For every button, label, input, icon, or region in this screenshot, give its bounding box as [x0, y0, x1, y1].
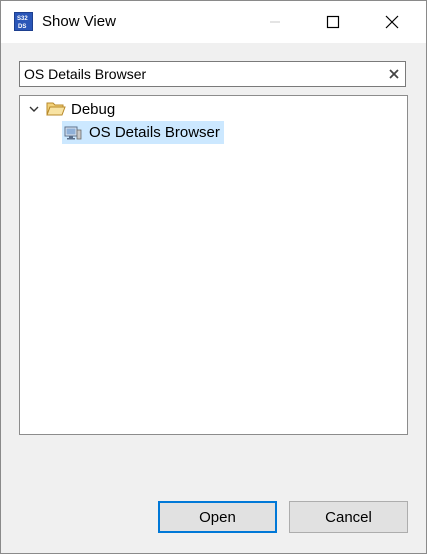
close-icon: [385, 15, 399, 29]
svg-text:S32: S32: [17, 16, 28, 22]
folder-open-icon: [46, 102, 66, 116]
svg-text:DS: DS: [18, 24, 26, 30]
maximize-button[interactable]: [304, 1, 362, 43]
view-tree[interactable]: Debug OS Details Browser: [19, 95, 408, 435]
filter-input[interactable]: [24, 65, 374, 83]
open-button[interactable]: Open: [158, 501, 277, 533]
maximize-icon: [326, 15, 340, 29]
view-icon: [64, 126, 82, 139]
title-bar[interactable]: S32 DS Show View: [1, 1, 426, 43]
filter-field: [19, 61, 406, 87]
window-title: Show View: [42, 13, 116, 30]
tree-node-label: Debug: [71, 100, 116, 118]
minimize-button[interactable]: [246, 1, 304, 43]
tree-node-debug[interactable]: Debug: [28, 98, 115, 120]
clear-icon[interactable]: [387, 67, 401, 81]
tree-node-label: OS Details Browser: [89, 124, 220, 141]
minimize-icon: [270, 21, 280, 23]
chevron-down-icon[interactable]: [28, 103, 40, 115]
tree-node-os-details-browser[interactable]: OS Details Browser: [62, 121, 224, 144]
show-view-dialog: S32 DS Show View OS Details Browser Debu…: [0, 0, 427, 554]
close-button[interactable]: [363, 1, 421, 43]
s32ds-logo-icon: S32 DS: [14, 12, 33, 31]
cancel-button[interactable]: Cancel: [289, 501, 408, 533]
